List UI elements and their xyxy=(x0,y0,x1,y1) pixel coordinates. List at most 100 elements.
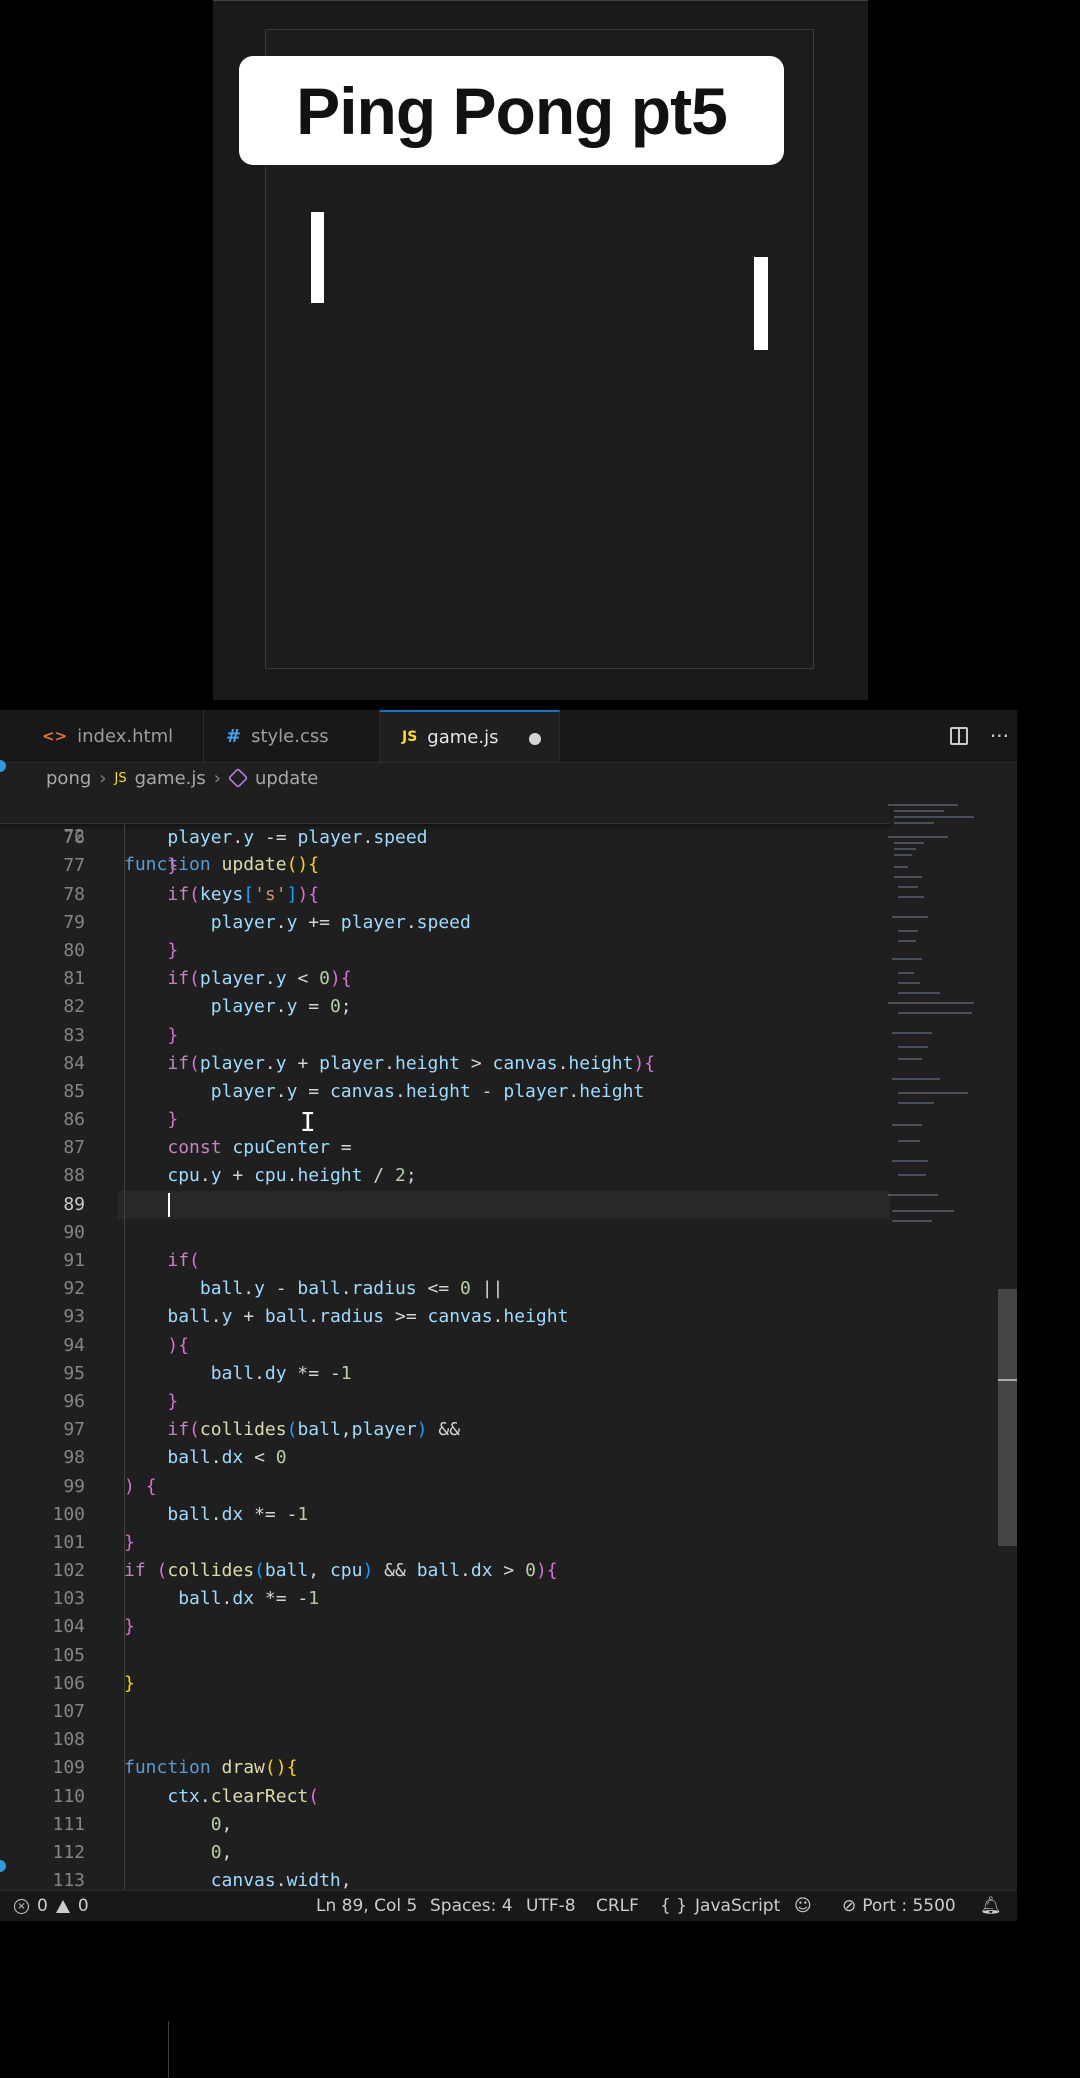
code-text: ball.y + ball.radius >= canvas.height xyxy=(167,1306,569,1328)
code-text: if(keys['s']){ xyxy=(167,883,320,905)
mouse-ibeam-icon: I xyxy=(300,1108,316,1138)
line-number: 84 xyxy=(63,1052,85,1074)
line-ending[interactable]: CRLF xyxy=(596,1891,639,1921)
code-line[interactable]: 85 player.y = canvas.height - player.hei… xyxy=(0,1078,890,1106)
code-text: ball.dy *= -1 xyxy=(210,1362,352,1384)
code-line[interactable]: 81 if(player.y < 0){ xyxy=(0,965,890,993)
line-number: 100 xyxy=(52,1503,85,1525)
text-caret xyxy=(168,1192,170,1217)
code-line[interactable]: 86 } xyxy=(0,1106,890,1134)
current-line[interactable]: 89 xyxy=(0,1190,890,1220)
code-line[interactable]: 78 if(keys['s']){ xyxy=(0,881,890,909)
js-file-icon: JS xyxy=(402,729,418,745)
code-line[interactable]: 96 } xyxy=(0,1388,890,1416)
code-text: ctx.clearRect( xyxy=(167,1785,320,1807)
code-line[interactable]: 110 ctx.clearRect( xyxy=(0,1783,890,1811)
tab-index-html[interactable]: <> index.html xyxy=(20,710,204,762)
breadcrumb: pong › JS game.js › update xyxy=(46,764,318,792)
code-line[interactable]: 109 function draw(){ xyxy=(0,1754,890,1782)
code-line[interactable]: 87 const cpuCenter = xyxy=(0,1134,890,1162)
braces-icon: { } xyxy=(660,1896,688,1916)
line-number: 107 xyxy=(52,1701,85,1722)
live-server-port[interactable]: ⊘ Port : 5500 xyxy=(842,1891,956,1921)
line-number: 93 xyxy=(63,1306,85,1328)
code-line[interactable]: 105 xyxy=(0,1642,890,1670)
breadcrumb-symbol[interactable]: update xyxy=(255,768,318,789)
encoding[interactable]: UTF-8 xyxy=(526,1891,576,1921)
line-number: 79 xyxy=(63,911,85,933)
code-text: if(collides(ball,player) && xyxy=(167,1419,461,1441)
minimap[interactable] xyxy=(888,796,998,1920)
code-line[interactable]: 112 0, xyxy=(0,1839,890,1867)
code-text: 0, xyxy=(210,1841,233,1863)
code-line[interactable]: 106} xyxy=(0,1670,890,1698)
code-line[interactable]: 103 ball.dx *= -1 xyxy=(0,1585,890,1613)
code-text: if( xyxy=(167,1250,200,1271)
code-line[interactable]: 99) { xyxy=(0,1473,890,1501)
line-number: 78 xyxy=(63,883,85,905)
code-line[interactable]: 82 player.y = 0; xyxy=(0,993,890,1021)
code-line[interactable]: 91 if( xyxy=(0,1247,890,1275)
cursor-position[interactable]: Ln 89, Col 5 xyxy=(316,1891,417,1921)
line-number: 81 xyxy=(63,968,85,990)
code-area[interactable]: 72 function update(){ 76 player.y -= pla… xyxy=(0,795,890,1895)
vertical-scrollbar-thumb[interactable] xyxy=(998,1289,1017,1546)
tab-label: game.js xyxy=(427,726,499,748)
unsaved-dot-icon[interactable] xyxy=(529,733,541,745)
copilot-icon[interactable]: ☺ xyxy=(794,1891,812,1921)
error-count: 0 xyxy=(37,1896,48,1916)
line-number: 98 xyxy=(63,1447,85,1469)
code-line[interactable]: 83 } xyxy=(0,1022,890,1050)
line-number: 90 xyxy=(63,1221,85,1243)
code-text: } xyxy=(167,1024,179,1046)
code-text: ball.dx *= -1 xyxy=(178,1588,320,1610)
code-line[interactable]: 111 0, xyxy=(0,1811,890,1839)
code-line[interactable]: 92 ball.y - ball.radius <= 0 || xyxy=(0,1275,890,1303)
code-line[interactable]: 101} xyxy=(0,1529,890,1557)
line-number: 82 xyxy=(63,996,85,1018)
code-text: } xyxy=(167,1109,179,1131)
code-line[interactable]: 76 player.y -= player.speed xyxy=(0,824,890,852)
code-line[interactable]: 93 ball.y + ball.radius >= canvas.height xyxy=(0,1303,890,1331)
code-text: ball.dx *= -1 xyxy=(167,1503,309,1525)
code-line[interactable]: 79 player.y += player.speed xyxy=(0,909,890,937)
split-editor-icon[interactable] xyxy=(949,727,968,745)
code-line[interactable]: 107 xyxy=(0,1698,890,1726)
js-file-icon: JS xyxy=(114,770,127,786)
code-line[interactable]: 95 ball.dy *= -1 xyxy=(0,1360,890,1388)
tab-style-css[interactable]: # style.css xyxy=(204,710,380,762)
code-text: player.y = 0; xyxy=(210,996,352,1018)
code-line[interactable]: 88 cpu.y + cpu.height / 2; xyxy=(0,1162,890,1190)
indentation[interactable]: Spaces: 4 xyxy=(430,1891,513,1921)
code-line[interactable]: 84 if(player.y + player.height > canvas.… xyxy=(0,1050,890,1078)
code-line[interactable]: 77 } xyxy=(0,852,890,880)
line-number: 102 xyxy=(52,1560,85,1582)
line-number: 97 xyxy=(63,1419,85,1441)
video-title-badge: Ping Pong pt5 xyxy=(239,56,784,165)
code-line[interactable]: 102 if (collides(ball, cpu) && ball.dx > … xyxy=(0,1557,890,1585)
code-line[interactable]: 100 ball.dx *= -1 xyxy=(0,1501,890,1529)
code-line[interactable]: 90 xyxy=(0,1219,890,1247)
status-bar: × 0 0 Ln 89, Col 5 Spaces: 4 UTF-8 CRLF … xyxy=(0,1890,1017,1921)
code-line[interactable]: 98 ball.dx < 0 xyxy=(0,1444,890,1472)
breadcrumb-file[interactable]: game.js xyxy=(135,768,206,789)
bell-icon[interactable]: 🔔︎ xyxy=(980,1891,1002,1921)
code-line[interactable]: 104} xyxy=(0,1613,890,1641)
code-text: } xyxy=(167,855,179,877)
line-number: 110 xyxy=(52,1785,85,1807)
player-paddle xyxy=(311,212,324,303)
code-line[interactable]: 94 ){ xyxy=(0,1332,890,1360)
indent-guide xyxy=(124,823,125,1890)
line-number: 87 xyxy=(63,1137,85,1159)
code-line[interactable]: 108 xyxy=(0,1726,890,1754)
line-number: 76 xyxy=(63,827,85,849)
problems-indicator[interactable]: × 0 0 xyxy=(14,1891,89,1921)
tab-game-js[interactable]: JS game.js xyxy=(380,710,560,762)
code-line[interactable]: 97 if(collides(ball,player) && xyxy=(0,1416,890,1444)
language-mode[interactable]: { } JavaScript xyxy=(660,1891,780,1921)
sticky-scroll-line[interactable]: 72 function update(){ xyxy=(0,795,890,875)
more-actions-icon[interactable]: ··· xyxy=(990,724,1009,748)
code-line[interactable]: 80 } xyxy=(0,937,890,965)
chevron-right-icon: › xyxy=(99,767,107,789)
breadcrumb-folder[interactable]: pong xyxy=(46,768,91,789)
